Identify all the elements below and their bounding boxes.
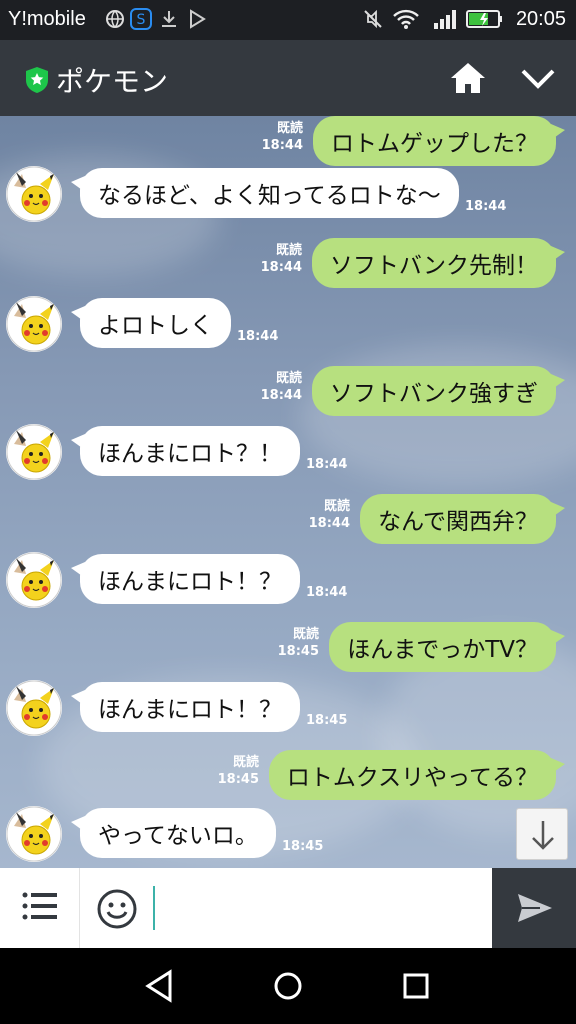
arrow-down-icon (532, 821, 554, 850)
message-time: 18:44 (308, 516, 350, 531)
chat-header: ポケモン (0, 40, 576, 116)
message-time: 18:44 (260, 388, 302, 403)
signal-icon (434, 10, 456, 29)
pikachu-avatar[interactable] (6, 680, 62, 736)
message-input[interactable] (150, 868, 492, 948)
emoji-icon[interactable] (96, 888, 138, 930)
pikachu-avatar[interactable] (6, 424, 62, 480)
message-bubble[interactable]: やってないロ。 (71, 808, 276, 858)
incoming-message: ほんまにロト？！ 18:44 (0, 424, 576, 486)
message-time: 18:45 (282, 839, 324, 854)
message-time: 18:44 (306, 585, 348, 600)
outgoing-message: ほんまでっかTV？ 既読 18:45 (0, 622, 576, 682)
outgoing-message: ソフトバンク強すぎ 既読 18:44 (0, 366, 576, 426)
message-meta: 18:44 (306, 584, 347, 601)
message-bubble[interactable]: ほんまにロト？！ (71, 426, 300, 476)
read-receipt: 既読 (292, 627, 319, 642)
scroll-to-bottom-button[interactable] (516, 808, 568, 860)
carrier-label: Y!mobile (8, 8, 86, 30)
read-receipt: 既読 (232, 755, 259, 770)
text-cursor (153, 886, 155, 930)
message-bubble[interactable]: ほんまでっかTV？ (329, 622, 565, 672)
battery-icon (466, 10, 502, 28)
message-time: 18:45 (306, 713, 348, 728)
message-meta: 既読 18:44 (262, 120, 303, 154)
message-bubble[interactable]: ほんまにロト！？ (71, 682, 300, 732)
message-meta: 既読 18:44 (309, 498, 350, 532)
message-bubble[interactable]: よロトしく (71, 298, 231, 348)
message-meta: 18:44 (237, 328, 278, 345)
home-circle-icon[interactable] (268, 966, 308, 1006)
message-time: 18:45 (217, 772, 259, 787)
message-meta: 18:44 (306, 456, 347, 473)
outgoing-message: なんで関西弁？ 既読 18:44 (0, 494, 576, 554)
home-icon[interactable] (448, 60, 488, 96)
read-receipt: 既読 (275, 243, 302, 258)
message-bubble[interactable]: ソフトバンク強すぎ (311, 366, 566, 416)
wifi-icon (393, 9, 419, 29)
play-store-icon (190, 9, 206, 29)
read-receipt: 既読 (276, 121, 303, 136)
message-meta: 18:45 (306, 712, 347, 729)
menu-button[interactable] (0, 868, 80, 948)
pikachu-avatar[interactable] (6, 166, 62, 222)
shield-star-icon (26, 67, 48, 93)
incoming-message: やってないロ。 18:45 (0, 806, 576, 868)
status-bar: Y!mobile S 20:05 (0, 0, 576, 40)
incoming-message: よロトしく 18:44 (0, 296, 576, 358)
send-button[interactable] (492, 868, 576, 948)
message-meta: 18:44 (465, 198, 506, 215)
message-time: 18:44 (261, 138, 303, 153)
pikachu-avatar[interactable] (6, 296, 62, 352)
message-time: 18:44 (260, 260, 302, 275)
download-icon (162, 11, 176, 27)
message-bubble[interactable]: ソフトバンク先制！ (311, 238, 566, 288)
read-receipt: 既読 (275, 371, 302, 386)
message-meta: 既読 18:45 (278, 626, 319, 660)
pikachu-avatar[interactable] (6, 806, 62, 862)
message-time: 18:44 (237, 329, 279, 344)
incoming-message: なるほど、よく知ってるロトな〜 18:44 (0, 166, 576, 228)
read-receipt: 既読 (323, 499, 350, 514)
message-bubble[interactable]: ほんまにロト！？ (71, 554, 300, 604)
app-s-icon: S (130, 8, 152, 30)
outgoing-message: ソフトバンク先制！ 既読 18:44 (0, 238, 576, 298)
outgoing-message: ロトムクスリやってる？ 既読 18:45 (0, 750, 576, 810)
clock-label: 20:05 (515, 8, 566, 30)
recents-icon[interactable] (396, 966, 436, 1006)
message-meta: 既読 18:45 (218, 754, 259, 788)
input-bar (0, 868, 576, 948)
message-time: 18:44 (465, 199, 507, 214)
pikachu-avatar[interactable] (6, 552, 62, 608)
message-bubble[interactable]: ロトムゲップした？ (313, 116, 565, 166)
chat-area[interactable]: ロトムゲップした？ 既読 18:44 なるほど、よく知ってるロトな〜 18:44 ソフトバ… (0, 116, 576, 868)
outgoing-message: ロトムゲップした？ 既読 18:44 (0, 116, 576, 176)
message-bubble[interactable]: ロトムクスリやってる？ (268, 750, 566, 800)
menu-icon (22, 892, 57, 920)
send-icon (518, 894, 552, 922)
incoming-message: ほんまにロト！？ 18:44 (0, 552, 576, 614)
message-bubble[interactable]: なんで関西弁？ (360, 494, 565, 544)
globe-icon (106, 10, 124, 28)
mute-icon (364, 9, 382, 29)
message-time: 18:44 (306, 457, 348, 472)
system-nav-bar (0, 948, 576, 1024)
message-meta: 既読 18:44 (261, 242, 302, 276)
incoming-message: ほんまにロト！？ 18:45 (0, 680, 576, 742)
back-icon[interactable] (140, 966, 180, 1006)
chevron-down-icon[interactable] (518, 64, 558, 94)
svg-text:S: S (137, 12, 146, 28)
message-time: 18:45 (277, 644, 319, 659)
message-bubble[interactable]: なるほど、よく知ってるロトな〜 (71, 168, 459, 218)
chat-title: ポケモン (56, 65, 169, 98)
message-meta: 18:45 (282, 838, 323, 855)
message-meta: 既読 18:44 (261, 370, 302, 404)
